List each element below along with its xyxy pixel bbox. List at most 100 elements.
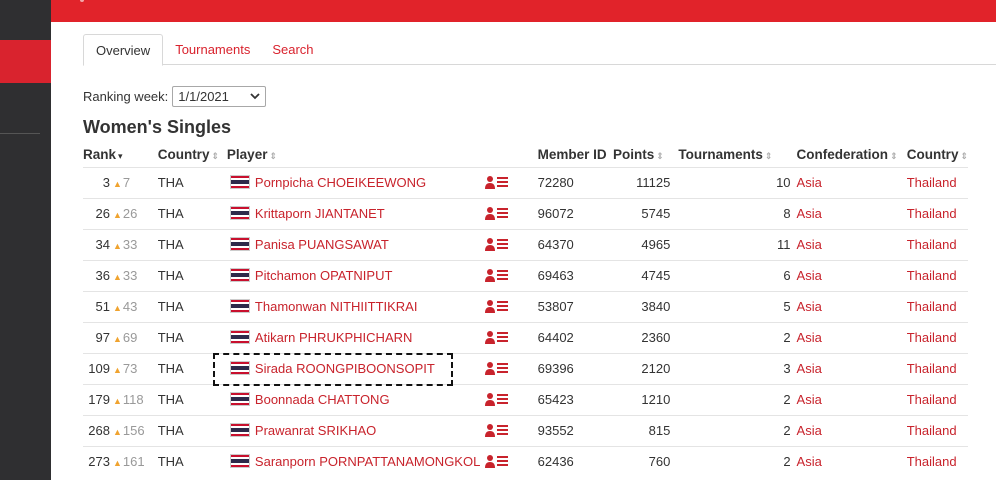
sidebar-active-item[interactable] — [0, 40, 51, 83]
table-row: 97 ▲69 THA Atikarn PHRUKPHICHARN 64402 2360 2 A… — [83, 321, 968, 353]
player-cell: Krittaporn JIANTANET — [226, 197, 485, 229]
header-menu-icon[interactable] — [80, 0, 84, 2]
country-code: THA — [157, 197, 227, 229]
country-name-link[interactable]: Thailand — [907, 206, 957, 221]
player-name-link[interactable]: Boonnada CHATTONG — [255, 392, 390, 407]
confederation-link[interactable]: Asia — [797, 206, 822, 221]
rank-up-arrow-icon: ▲ — [113, 365, 122, 375]
sidebar — [0, 0, 51, 480]
profile-cell — [484, 383, 538, 415]
country-code: THA — [157, 228, 227, 260]
table-row: 26 ▲26 THA Krittaporn JIANTANET 96072 5745 8 As… — [83, 197, 968, 229]
player-profile-icon[interactable] — [484, 361, 509, 375]
tournaments-count: 2 — [670, 414, 797, 446]
member-id: 62436 — [537, 445, 613, 477]
profile-cell — [484, 445, 538, 477]
country-name-link[interactable]: Thailand — [907, 268, 957, 283]
previous-rank: 43 — [122, 299, 138, 314]
thailand-flag-icon — [229, 454, 250, 469]
table-header-row: Rank ▾ Country ⇕ Player ⇕ Member ID Points ⇕… — [83, 142, 968, 167]
player-name-link[interactable]: Prawanrat SRIKHAO — [255, 423, 376, 438]
points-value: 2120 — [613, 352, 671, 384]
profile-cell — [484, 228, 538, 260]
profile-cell — [484, 414, 538, 446]
column-header-country[interactable]: Country ⇕ — [158, 142, 227, 167]
top-header-bar — [51, 0, 996, 22]
tab-tournaments[interactable]: Tournaments — [165, 34, 260, 65]
player-profile-icon[interactable] — [484, 454, 509, 469]
points-value: 3840 — [613, 290, 671, 322]
country-name-link[interactable]: Thailand — [907, 361, 957, 376]
column-header-confederation[interactable]: Confederation ⇕ — [797, 142, 907, 167]
tab-search[interactable]: Search — [262, 34, 323, 65]
rank-value: 36 — [95, 268, 110, 283]
country-name-link[interactable]: Thailand — [907, 175, 957, 190]
column-header-player[interactable]: Player ⇕ — [227, 142, 485, 167]
player-profile-icon[interactable] — [484, 206, 509, 220]
country-name-cell: Thailand — [906, 414, 968, 446]
player-name-link[interactable]: Pornpicha CHOEIKEEWONG — [255, 175, 426, 190]
player-profile-icon[interactable] — [484, 175, 509, 189]
country-name-link[interactable]: Thailand — [907, 299, 957, 314]
player-profile-icon[interactable] — [484, 237, 509, 251]
confederation-link[interactable]: Asia — [797, 299, 822, 314]
column-header-tournaments[interactable]: Tournaments ⇕ — [670, 142, 796, 167]
profile-cell — [484, 166, 538, 198]
previous-rank: 33 — [122, 268, 138, 283]
country-name-link[interactable]: Thailand — [907, 454, 957, 469]
confederation-link[interactable]: Asia — [797, 454, 822, 469]
player-cell: Pornpicha CHOEIKEEWONG — [226, 166, 485, 198]
rank-up-arrow-icon: ▲ — [113, 458, 122, 469]
rank-cell: 179 ▲118 — [83, 383, 158, 415]
confederation-link[interactable]: Asia — [797, 330, 822, 345]
rank-cell: 268 ▲156 — [83, 414, 158, 446]
column-header-rank[interactable]: Rank ▾ — [83, 142, 158, 167]
sort-icon: ⇕ — [211, 150, 219, 161]
column-header-country-name[interactable]: Country ⇕ — [907, 142, 968, 167]
confederation-link[interactable]: Asia — [797, 392, 822, 407]
ranking-week-value: 1/1/2021 — [178, 89, 229, 104]
player-profile-icon[interactable] — [484, 299, 509, 313]
tab-overview[interactable]: Overview — [83, 34, 164, 66]
player-name-link[interactable]: Thamonwan NITHIITTIKRAI — [255, 299, 418, 314]
country-name-link[interactable]: Thailand — [907, 330, 957, 345]
country-name-link[interactable]: Thailand — [907, 237, 957, 252]
player-name-link[interactable]: Sirada ROONGPIBOONSOPIT — [255, 361, 435, 376]
thailand-flag-icon — [229, 175, 250, 189]
profile-cell — [484, 290, 538, 322]
confederation-link[interactable]: Asia — [797, 237, 822, 252]
player-name-link[interactable]: Pitchamon OPATNIPUT — [255, 268, 393, 283]
player-profile-icon[interactable] — [484, 330, 509, 344]
player-profile-icon[interactable] — [484, 268, 509, 282]
confederation-cell: Asia — [796, 321, 907, 353]
player-name-link[interactable]: Krittaporn JIANTANET — [255, 206, 385, 221]
thailand-flag-icon — [229, 361, 250, 375]
points-value: 5745 — [613, 197, 671, 229]
country-name-link[interactable]: Thailand — [907, 423, 957, 438]
country-name-link[interactable]: Thailand — [907, 392, 957, 407]
player-cell: Panisa PUANGSAWAT — [226, 228, 485, 260]
profile-cell — [484, 197, 538, 229]
rank-cell: 26 ▲26 — [83, 197, 158, 229]
confederation-link[interactable]: Asia — [797, 175, 822, 190]
column-header-points[interactable]: Points ⇕ — [613, 142, 670, 167]
column-header-member-id[interactable]: Member ID — [538, 142, 613, 167]
country-name-cell: Thailand — [906, 321, 968, 353]
profile-cell — [484, 352, 538, 384]
player-name-link[interactable]: Saranporn PORNPATTANAMONGKOL — [255, 454, 480, 469]
player-name-link[interactable]: Panisa PUANGSAWAT — [255, 237, 389, 252]
confederation-link[interactable]: Asia — [797, 268, 822, 283]
thailand-flag-icon — [229, 206, 250, 220]
confederation-link[interactable]: Asia — [797, 361, 822, 376]
points-value: 4745 — [613, 259, 671, 291]
player-profile-icon[interactable] — [484, 392, 509, 406]
confederation-cell: Asia — [796, 290, 907, 322]
tournaments-count: 8 — [670, 197, 797, 229]
player-profile-icon[interactable] — [484, 423, 509, 437]
player-cell: Saranporn PORNPATTANAMONGKOL — [226, 445, 485, 477]
confederation-link[interactable]: Asia — [797, 423, 822, 438]
ranking-week-select[interactable]: 1/1/2021 — [172, 86, 267, 107]
rank-value: 109 — [88, 361, 110, 376]
previous-rank: 26 — [122, 206, 138, 221]
player-name-link[interactable]: Atikarn PHRUKPHICHARN — [255, 330, 412, 345]
